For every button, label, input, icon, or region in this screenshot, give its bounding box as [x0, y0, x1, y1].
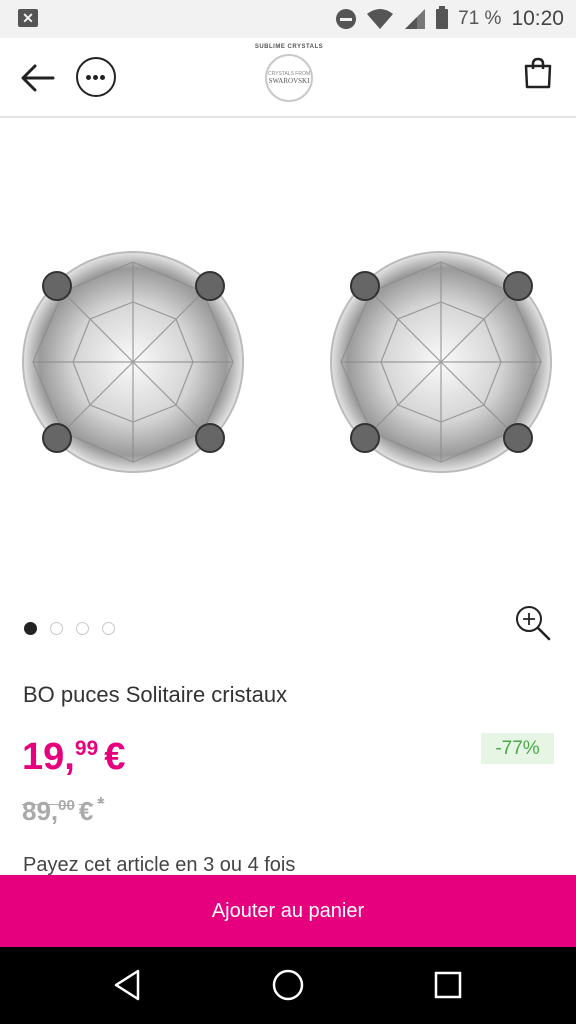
nav-back-button[interactable]	[110, 967, 146, 1003]
zoom-in-icon	[516, 606, 551, 641]
signal-icon	[405, 9, 426, 29]
nav-recents-icon	[434, 971, 462, 999]
product-title: BO puces Solitaire cristaux	[23, 682, 288, 707]
back-arrow-icon	[21, 64, 55, 92]
more-options-button[interactable]	[76, 57, 116, 97]
carousel-indicator	[24, 622, 115, 635]
notification-icon: ✕	[18, 9, 38, 27]
brand-logo[interactable]: SUBLIME CRYSTALS CRYSTALS FROM SWAROVSKI	[248, 44, 330, 114]
original-price: 89,00 € *	[22, 794, 104, 827]
old-price-currency: €	[78, 796, 94, 826]
status-bar: ✕ 71 % 10:20	[0, 0, 576, 38]
price-integer: 19,	[22, 736, 75, 778]
system-navigation-bar	[0, 947, 576, 1024]
earrings-image	[22, 251, 552, 473]
more-options-icon	[86, 75, 91, 80]
logo-seal: CRYSTALS FROM SWAROVSKI	[265, 54, 313, 102]
price-decimal: 99	[74, 737, 99, 760]
cart-button[interactable]	[522, 56, 554, 90]
product-image[interactable]	[0, 120, 576, 600]
old-price-integer: 89,	[22, 796, 59, 826]
wifi-icon	[367, 9, 394, 29]
installment-info[interactable]: Payez cet article en 3 ou 4 fois	[23, 854, 295, 877]
add-to-cart-button[interactable]: Ajouter au panier	[0, 875, 576, 947]
do-not-disturb-icon	[336, 9, 357, 29]
carousel-dot[interactable]	[76, 622, 89, 635]
nav-home-button[interactable]	[270, 967, 306, 1003]
battery-percentage: 71 %	[458, 8, 502, 29]
right-earring	[330, 251, 552, 473]
logo-tagline: SUBLIME CRYSTALS	[254, 44, 324, 50]
left-earring	[22, 251, 244, 473]
old-price-decimal: 00	[58, 797, 75, 814]
clock: 10:20	[511, 7, 564, 30]
old-price-footnote-mark: *	[97, 794, 105, 814]
shopping-bag-icon	[524, 57, 552, 89]
nav-home-icon	[272, 969, 304, 1001]
current-price: 19,99 €	[22, 736, 125, 779]
status-indicators: 71 % 10:20	[336, 0, 564, 38]
more-options-dot	[100, 75, 105, 80]
price-currency: €	[104, 736, 126, 778]
carousel-dot[interactable]	[50, 622, 63, 635]
more-options-dot	[93, 75, 98, 80]
logo-seal-brand: SWAROVSKI	[268, 77, 310, 85]
back-button[interactable]	[18, 60, 58, 96]
battery-icon	[436, 6, 449, 29]
zoom-button[interactable]	[514, 604, 552, 642]
product-screen: ✕ 71 % 10:20 SUBLIME CRYSTALS CRYSTALS F…	[0, 0, 576, 1024]
discount-badge: -77%	[481, 733, 554, 764]
nav-recents-button[interactable]	[430, 967, 466, 1003]
app-header: SUBLIME CRYSTALS CRYSTALS FROM SWAROVSKI	[0, 38, 576, 118]
carousel-dot[interactable]	[102, 622, 115, 635]
carousel-dot[interactable]	[24, 622, 37, 635]
nav-back-icon	[114, 969, 140, 1001]
